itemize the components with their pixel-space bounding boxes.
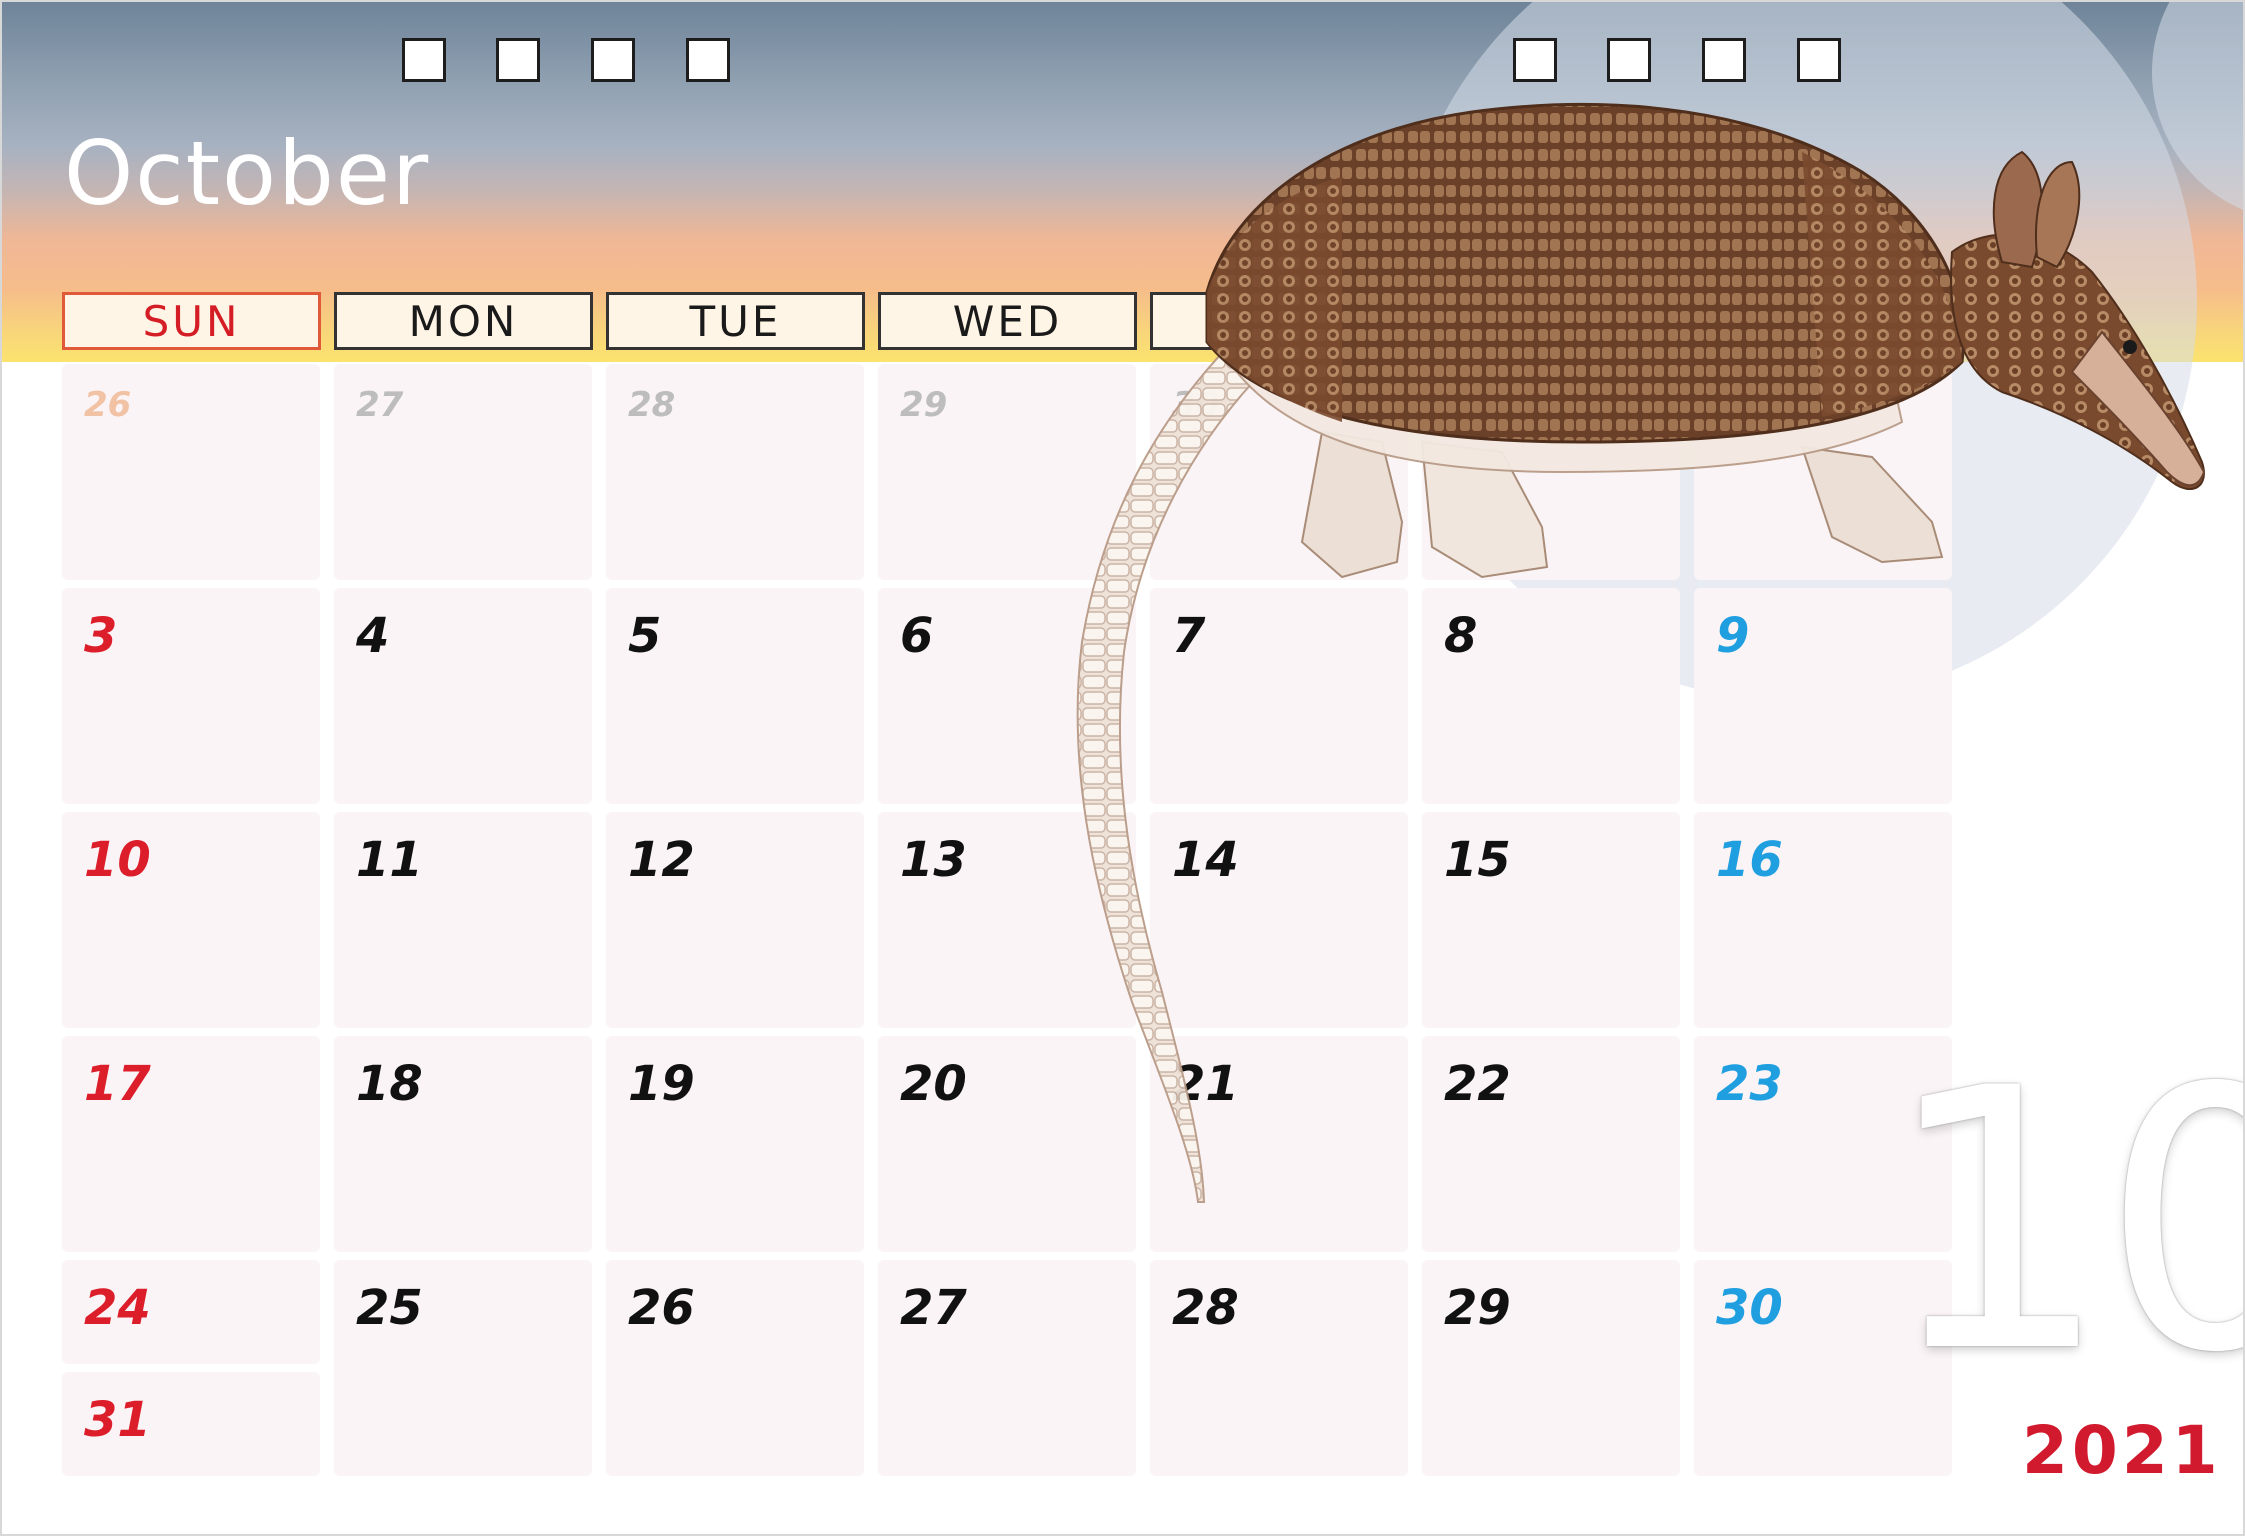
day-cell: 6: [878, 588, 1136, 804]
day-number: 21: [1172, 1056, 1239, 1112]
weekday-thu: THU: [1150, 292, 1409, 350]
binding-hole: [1607, 38, 1651, 82]
day-number: 22: [1444, 1056, 1511, 1112]
day-cell-prev: 28: [606, 364, 864, 580]
day-cell: 13: [878, 812, 1136, 1028]
weekday-sat: SAT: [1694, 292, 1953, 350]
day-cell: 1: [1422, 364, 1680, 580]
day-cell: 24: [62, 1260, 320, 1364]
day-number: 10: [84, 832, 151, 888]
day-number: 11: [356, 832, 423, 888]
day-number: 14: [1172, 832, 1239, 888]
day-cell: 31: [62, 1372, 320, 1476]
binding-hole: [686, 38, 730, 82]
day-number: 31: [84, 1392, 151, 1448]
day-cell: 28: [1150, 1260, 1408, 1476]
day-number: 23: [1716, 1056, 1783, 1112]
day-cell: 15: [1422, 812, 1680, 1028]
day-cell-prev: 30: [1150, 364, 1408, 580]
day-cell: 29: [1422, 1260, 1680, 1476]
day-cell: 11: [334, 812, 592, 1028]
day-cell: 10: [62, 812, 320, 1028]
day-number: 12: [628, 832, 695, 888]
day-number: 26: [628, 1280, 695, 1336]
day-number: 30: [1172, 385, 1220, 425]
day-cell: 18: [334, 1036, 592, 1252]
big-month-number: 10: [1882, 1012, 2243, 1431]
day-cell: 12: [606, 812, 864, 1028]
day-cell: 8: [1422, 588, 1680, 804]
binding-hole: [1702, 38, 1746, 82]
weekday-wed: WED: [878, 292, 1137, 350]
day-number: 8: [1444, 608, 1478, 664]
day-number: 30: [1716, 1280, 1783, 1336]
day-cell: 26: [606, 1260, 864, 1476]
day-number: 3: [84, 608, 118, 664]
day-cell: 5: [606, 588, 864, 804]
day-number: 29: [1444, 1280, 1511, 1336]
day-number: 17: [84, 1056, 151, 1112]
day-cell: 19: [606, 1036, 864, 1252]
day-number: 19: [628, 1056, 695, 1112]
binding-hole: [496, 38, 540, 82]
day-number: 26: [84, 385, 132, 425]
day-number: 27: [900, 1280, 967, 1336]
day-number: 2: [1716, 384, 1750, 440]
day-cell: 2: [1694, 364, 1952, 580]
day-number: 16: [1716, 832, 1783, 888]
binding-hole: [1797, 38, 1841, 82]
day-cell-prev: 29: [878, 364, 1136, 580]
day-number: 25: [356, 1280, 423, 1336]
day-number: 24: [84, 1280, 151, 1336]
weekday-tue: TUE: [606, 292, 865, 350]
day-number: 6: [900, 608, 934, 664]
binding-hole: [402, 38, 446, 82]
day-cell: 22: [1422, 1036, 1680, 1252]
day-cell: 17: [62, 1036, 320, 1252]
day-cell: 25: [334, 1260, 592, 1476]
day-cell: 21: [1150, 1036, 1408, 1252]
day-number: 4: [356, 608, 390, 664]
day-number: 28: [628, 385, 676, 425]
day-number: 7: [1172, 608, 1206, 664]
day-number: 20: [900, 1056, 967, 1112]
day-cell: 4: [334, 588, 592, 804]
calendar-page: October SUN MON TUE WED THU FRI SAT 26 2…: [0, 0, 2245, 1536]
weekday-sun: SUN: [62, 292, 321, 350]
month-title: October: [64, 122, 431, 225]
binding-hole: [591, 38, 635, 82]
day-cell-prev: 27: [334, 364, 592, 580]
day-number: 15: [1444, 832, 1511, 888]
day-cell: 7: [1150, 588, 1408, 804]
binding-hole: [1513, 38, 1557, 82]
day-cell: 3: [62, 588, 320, 804]
day-cell: 16: [1694, 812, 1952, 1028]
day-cell-prev: 26: [62, 364, 320, 580]
day-number: 29: [900, 385, 948, 425]
day-number: 1: [1444, 384, 1478, 440]
day-number: 18: [356, 1056, 423, 1112]
day-number: 13: [900, 832, 967, 888]
day-number: 27: [356, 385, 404, 425]
day-number: 28: [1172, 1280, 1239, 1336]
day-cell: 20: [878, 1036, 1136, 1252]
day-number: 5: [628, 608, 662, 664]
year-label: 2021: [2022, 1412, 2222, 1489]
day-cell: 27: [878, 1260, 1136, 1476]
weekday-fri: FRI: [1422, 292, 1681, 350]
day-number: 9: [1716, 608, 1750, 664]
day-cell: 9: [1694, 588, 1952, 804]
weekday-mon: MON: [334, 292, 593, 350]
day-cell: 14: [1150, 812, 1408, 1028]
